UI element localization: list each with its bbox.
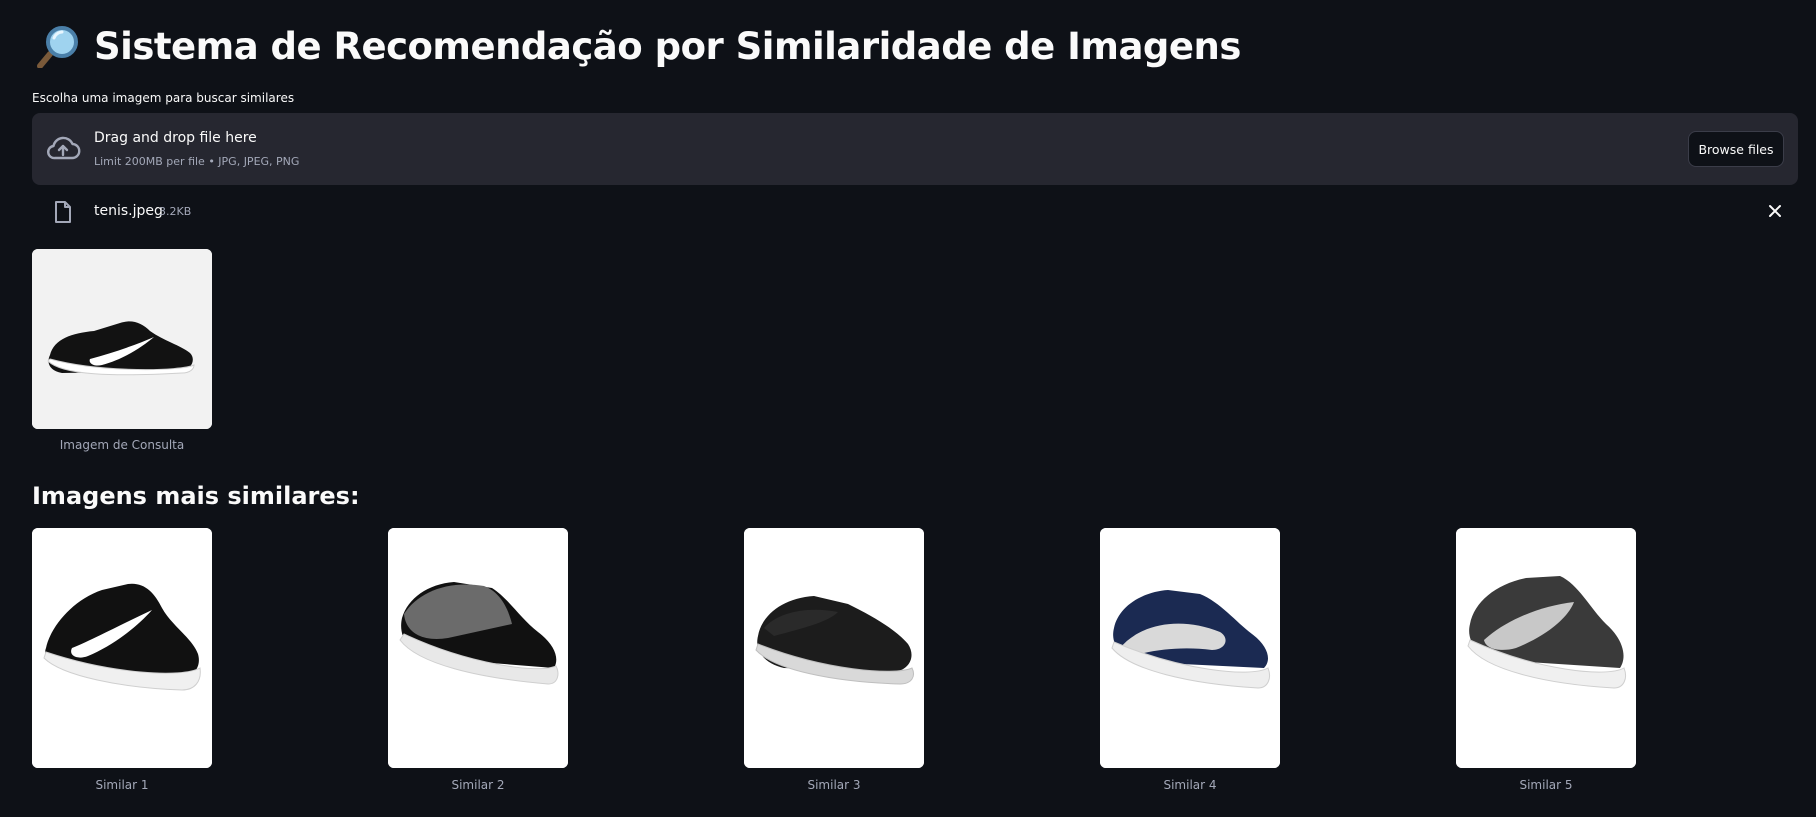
dropzone-title: Drag and drop file here: [94, 130, 257, 146]
sneaker-image: [32, 249, 212, 429]
dropzone-limit: Limit 200MB per file • JPG, JPEG, PNG: [94, 155, 300, 168]
similar-image-caption: Similar 2: [451, 778, 505, 792]
browse-files-button[interactable]: Browse files: [1688, 131, 1784, 167]
similar-image-caption: Similar 5: [1519, 778, 1573, 792]
uploaded-file-size: 3.2KB: [159, 205, 192, 218]
similar-image-4: [1100, 528, 1280, 768]
file-dropzone[interactable]: Drag and drop file here Limit 200MB per …: [32, 113, 1798, 185]
uploaded-file-row: tenis.jpeg 3.2KB: [32, 196, 1798, 226]
similar-image-3: [744, 528, 924, 768]
similar-image-5: [1456, 528, 1636, 768]
sneaker-image: [388, 528, 568, 768]
sneaker-image: [32, 528, 212, 768]
page-title: Sistema de Recomendação por Similaridade…: [36, 24, 1241, 68]
query-image: [32, 249, 212, 429]
similar-image-1: [32, 528, 212, 768]
file-icon: [55, 201, 71, 223]
similar-image-caption: Similar 1: [95, 778, 149, 792]
sneaker-image: [1100, 528, 1280, 768]
similar-image-caption: Similar 4: [1163, 778, 1217, 792]
query-image-caption: Imagem de Consulta: [59, 438, 185, 452]
similar-image-caption: Similar 3: [807, 778, 861, 792]
page-title-text: Sistema de Recomendação por Similaridade…: [94, 24, 1241, 68]
magnifying-glass-icon: [37, 26, 78, 68]
close-icon[interactable]: [1766, 202, 1784, 220]
uploader-label: Escolha uma imagem para buscar similares: [32, 91, 295, 105]
results-heading: Imagens mais similares:: [32, 482, 360, 510]
similar-image-2: [388, 528, 568, 768]
cloud-upload-icon: [47, 136, 81, 160]
uploaded-file-name: tenis.jpeg: [94, 203, 163, 219]
sneaker-image: [744, 528, 924, 768]
sneaker-image: [1456, 528, 1636, 768]
